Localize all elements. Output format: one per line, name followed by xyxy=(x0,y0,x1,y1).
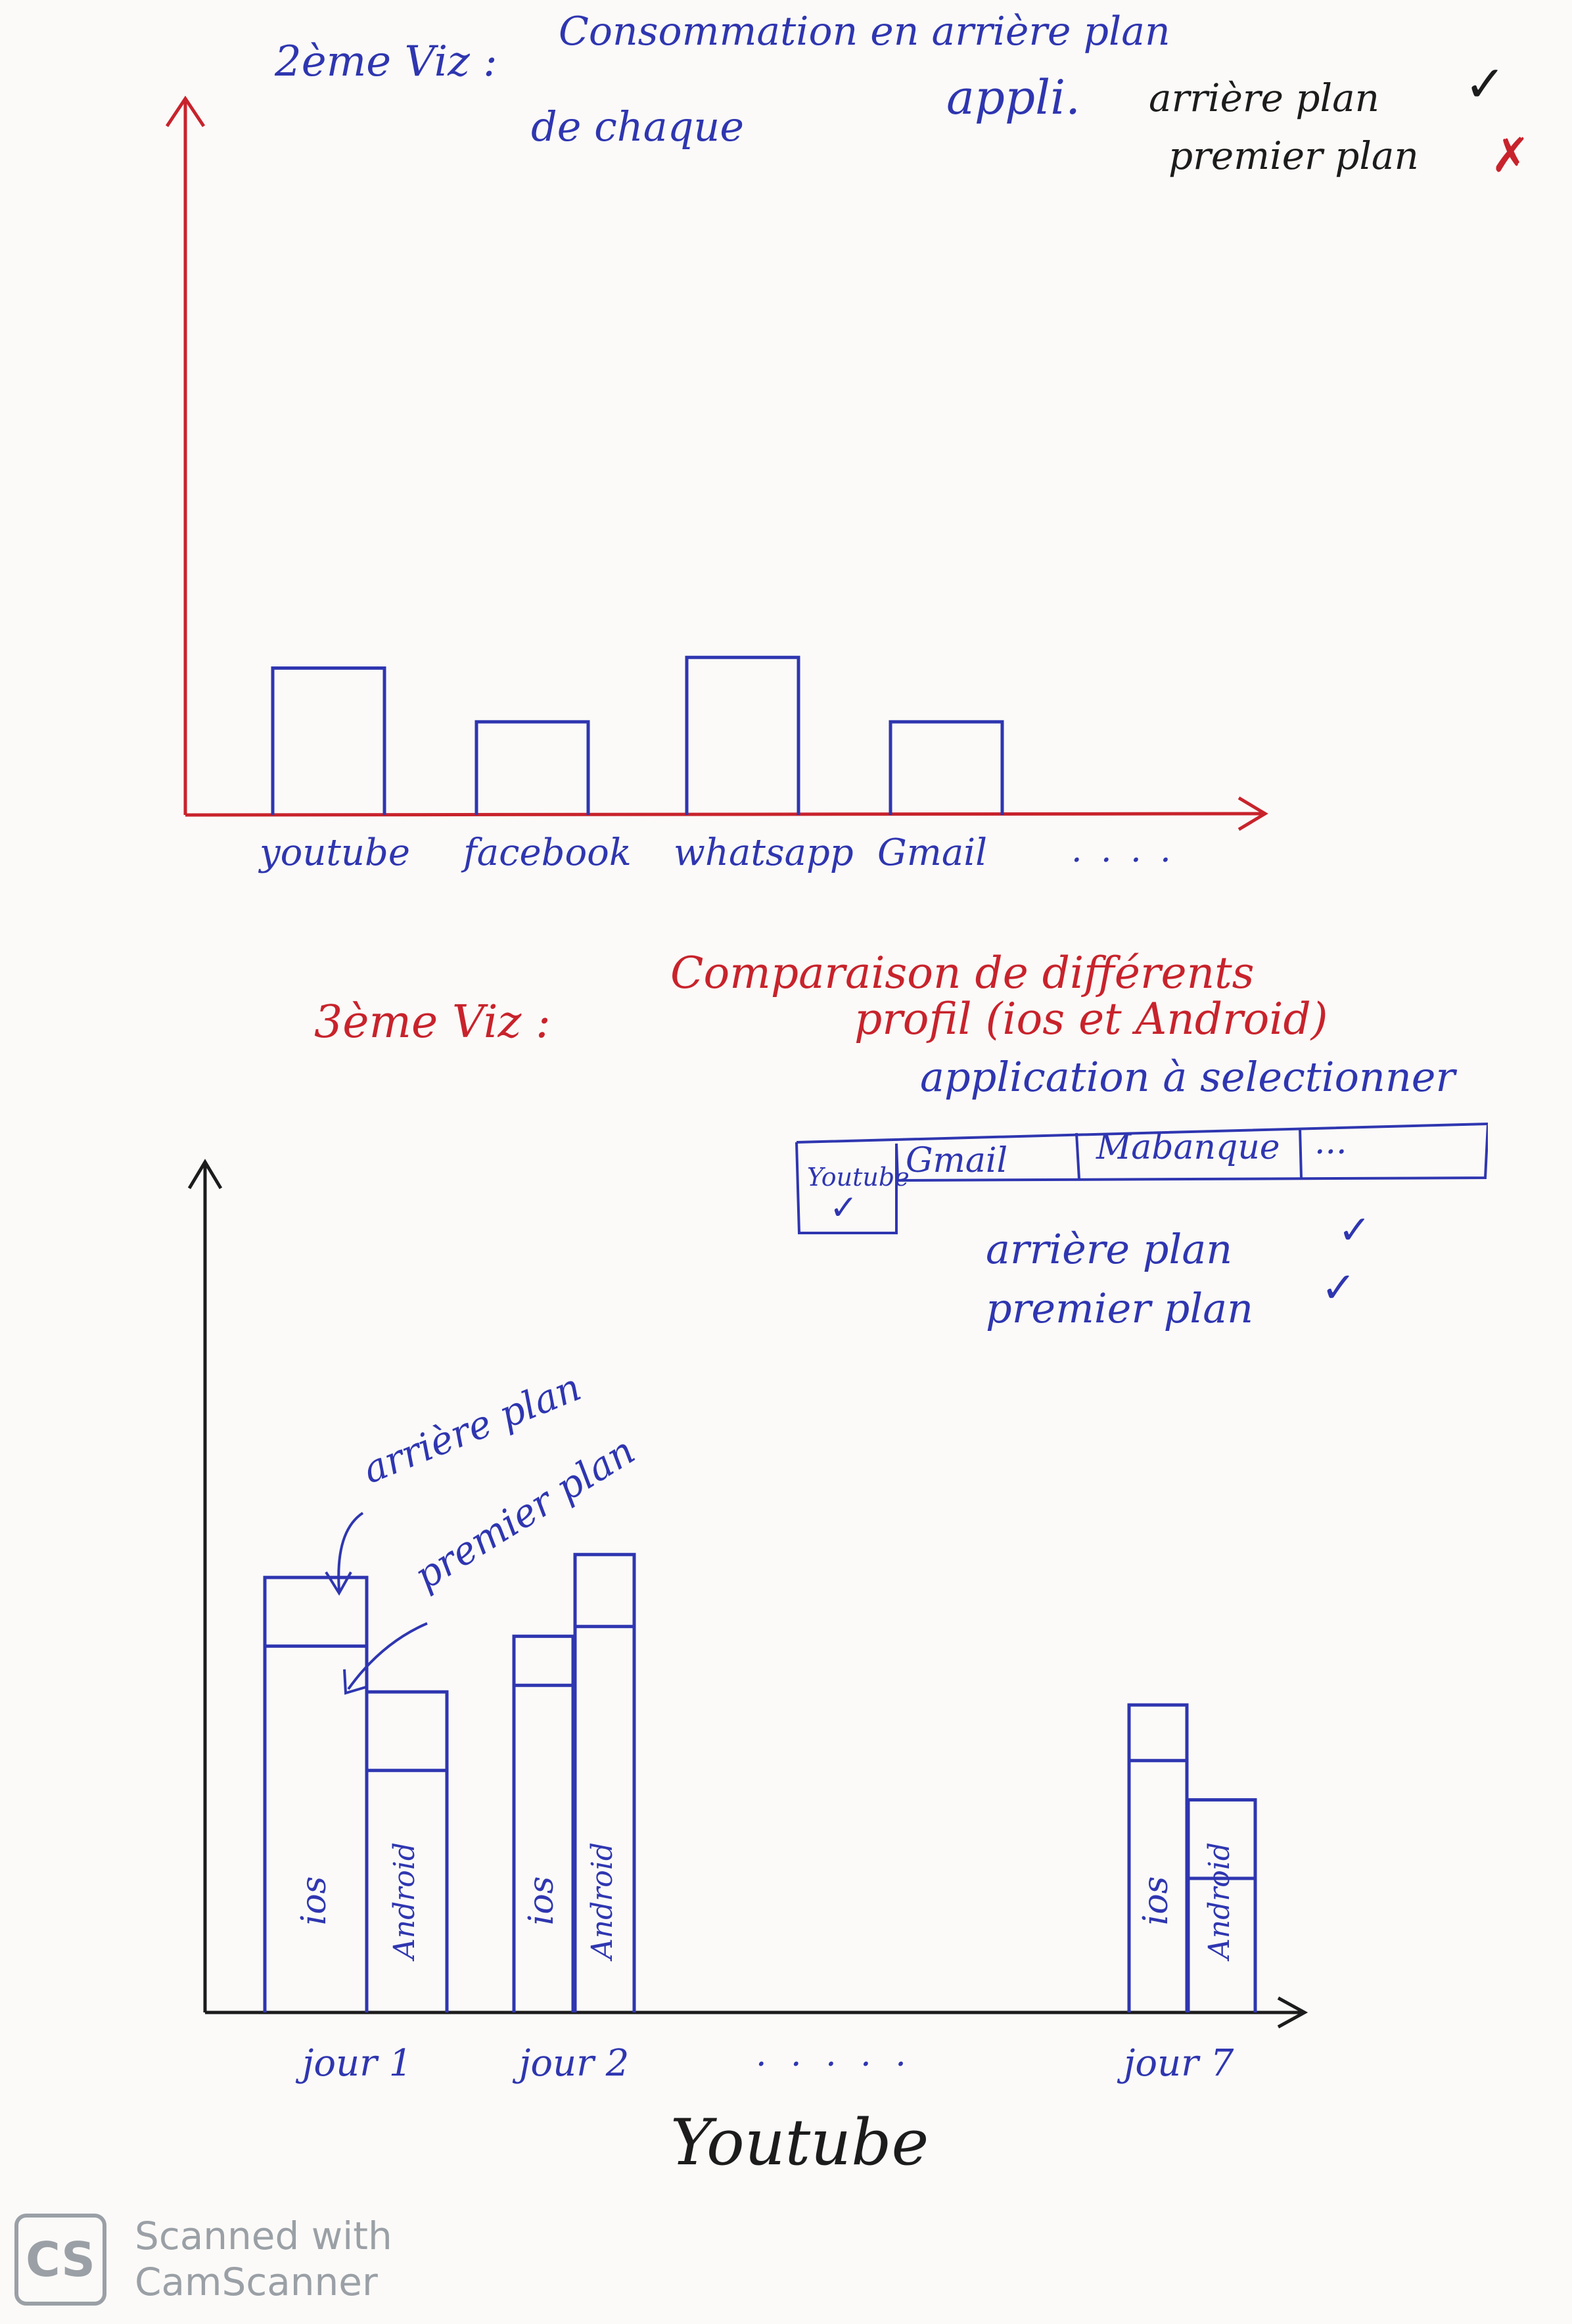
watermark-line2: CamScanner xyxy=(135,2259,378,2304)
camscanner-watermark: Scanned with CamScanner xyxy=(135,2214,392,2305)
viz3-x-label-jour-7: jour 7 xyxy=(1124,2042,1234,2085)
viz3-caption: Youtube xyxy=(670,2106,929,2179)
viz3-bar-android-jour-1-label: Android xyxy=(388,1842,421,1960)
viz3-bar-ios-jour-7-label: ios xyxy=(1136,1876,1176,1926)
viz3-bar-android-jour-7-label: Android xyxy=(1203,1842,1236,1960)
viz3-bar-ios-jour-1-label: ios xyxy=(294,1876,334,1926)
viz3-bar-ios-jour-2-label: ios xyxy=(522,1876,561,1926)
viz3-x-label-jour-2: jour 2 xyxy=(519,2042,630,2085)
viz3-chart xyxy=(187,1159,1308,2029)
viz3-ellipsis: . . . . . xyxy=(756,2035,913,2074)
watermark-line1: Scanned with xyxy=(135,2214,392,2258)
viz3-bar-android-jour-2-label: Android xyxy=(586,1842,619,1960)
camscanner-logo: CS xyxy=(14,2214,106,2306)
viz3-x-label-jour-1: jour 1 xyxy=(302,2042,413,2085)
